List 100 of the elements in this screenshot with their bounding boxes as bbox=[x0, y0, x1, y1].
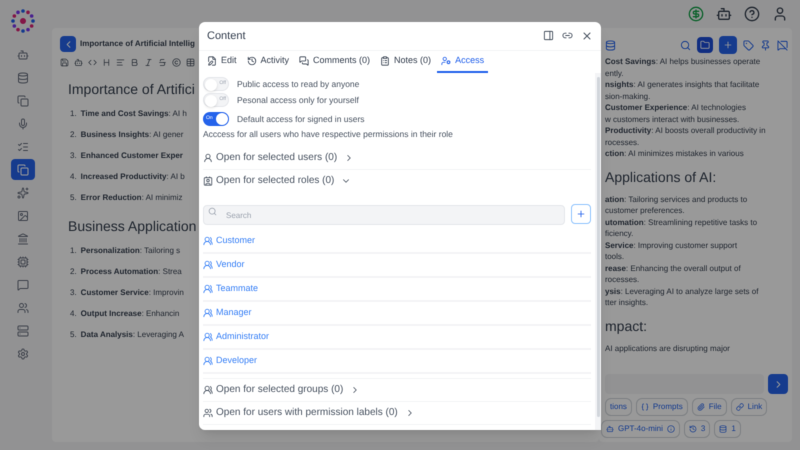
chat-text: rease: Enhancing the overall output of bbox=[605, 262, 741, 274]
sidebar-icon bbox=[16, 72, 28, 84]
add-button[interactable] bbox=[719, 36, 737, 54]
list-item: Error Reduction: AI minimiz bbox=[80, 192, 182, 204]
model-button[interactable]: GPT-4o-mini bbox=[601, 420, 680, 438]
chip-button[interactable]: Prompts bbox=[636, 398, 688, 416]
help-icon[interactable] bbox=[744, 6, 760, 22]
sidebar-icon bbox=[16, 210, 28, 222]
back-button[interactable] bbox=[60, 36, 76, 52]
chat-text: nsights: AI generates insights that facilitate bbox=[605, 79, 760, 90]
search-icon[interactable] bbox=[680, 40, 691, 50]
dialog-tab[interactable]: Activity bbox=[242, 51, 294, 73]
chat-text: tter insights. bbox=[605, 297, 648, 308]
link-icon[interactable] bbox=[562, 30, 573, 41]
chat-text: Service: Improving customer support bbox=[605, 240, 738, 251]
list-number: 5. bbox=[70, 329, 77, 341]
toolbar-icon[interactable] bbox=[74, 58, 83, 67]
pin-icon[interactable] bbox=[760, 40, 771, 50]
people-icon bbox=[203, 308, 213, 318]
toolbar-icon[interactable] bbox=[130, 58, 139, 67]
role-item[interactable]: Teammate bbox=[203, 278, 591, 302]
bot-icon bbox=[606, 425, 614, 433]
sidebar-item[interactable] bbox=[10, 159, 34, 180]
access-section[interactable]: Open for users with permission labels (0) bbox=[203, 402, 415, 424]
access-icon bbox=[441, 56, 452, 66]
logo-icon bbox=[10, 8, 36, 34]
list-item: Data Analysis: Leveraging A bbox=[80, 329, 184, 341]
list-number: 3. bbox=[70, 287, 77, 299]
comments-icon bbox=[299, 56, 310, 66]
role-item[interactable]: Developer bbox=[203, 350, 591, 374]
chip-button[interactable]: File bbox=[692, 398, 727, 416]
people-icon bbox=[203, 236, 213, 246]
close-icon[interactable] bbox=[581, 30, 593, 42]
send-button[interactable] bbox=[768, 374, 788, 394]
access-section[interactable]: Open for selected roles (0) bbox=[203, 170, 352, 192]
toolbar-icon[interactable] bbox=[88, 58, 97, 67]
chat-text: ysis: Leveraging AI to analyze large sets of bbox=[605, 286, 758, 297]
chat-text: tools. bbox=[605, 251, 624, 262]
toolbar-icon[interactable] bbox=[102, 58, 111, 67]
user-icon[interactable] bbox=[772, 6, 788, 22]
list-item: Customer Service: Improvin bbox=[80, 287, 184, 299]
sidebar-icon bbox=[16, 348, 28, 360]
add-role-button[interactable] bbox=[571, 204, 591, 224]
toolbar-icon[interactable] bbox=[186, 58, 195, 67]
toolbar-icon[interactable] bbox=[116, 58, 125, 67]
dialog-title: Content bbox=[207, 28, 247, 44]
list-item: Time and Cost Savings: AI h bbox=[80, 108, 187, 120]
role-item[interactable]: Customer bbox=[203, 230, 591, 254]
database-button[interactable]: 1 bbox=[714, 420, 741, 438]
dollar-icon[interactable] bbox=[688, 6, 704, 22]
database-icon[interactable] bbox=[605, 40, 616, 50]
access-section[interactable]: Open for selected groups (0) bbox=[203, 378, 360, 401]
toggle-label: Public access to read by anyone bbox=[237, 78, 360, 90]
chat-text: w customers interact with businesses. bbox=[605, 114, 740, 125]
chat-text: rocesses. bbox=[605, 274, 640, 286]
sidebar-icon bbox=[16, 118, 28, 130]
search-field[interactable]: Search bbox=[203, 205, 565, 226]
people-icon bbox=[203, 332, 213, 342]
sidebar-icon bbox=[16, 164, 28, 176]
sidebar-icon bbox=[16, 256, 28, 268]
bot-icon[interactable] bbox=[716, 6, 732, 22]
notes-icon bbox=[380, 56, 390, 66]
toolbar-icon[interactable] bbox=[144, 58, 153, 67]
tag-icon[interactable] bbox=[743, 40, 754, 50]
toggle-label: Pesonal access only for yourself bbox=[237, 94, 359, 106]
people-icon bbox=[203, 260, 213, 270]
list-number: 2. bbox=[70, 129, 77, 141]
role-item[interactable]: Administrator bbox=[203, 326, 591, 350]
side-panel-icon[interactable] bbox=[543, 30, 554, 41]
plus-icon bbox=[576, 208, 586, 219]
database-icon bbox=[719, 425, 728, 433]
chip-button[interactable]: Link bbox=[730, 398, 768, 416]
sidebar-icon bbox=[16, 94, 28, 106]
access-note: Acccess for all users who have respective permissions in their role bbox=[203, 128, 454, 141]
chat-heading: mpact: bbox=[605, 316, 648, 336]
search-icon bbox=[208, 207, 217, 216]
dialog-tab[interactable]: Access bbox=[437, 51, 488, 73]
toolbar-icon[interactable] bbox=[60, 58, 69, 67]
sidebar-icon bbox=[16, 48, 28, 60]
list-number: 5. bbox=[70, 192, 77, 204]
history-button[interactable]: 3 bbox=[684, 420, 710, 438]
toolbar-icon[interactable] bbox=[158, 58, 167, 67]
section-heading: Business Application bbox=[68, 217, 196, 236]
dialog-tab[interactable]: Edit bbox=[203, 51, 241, 73]
access-section[interactable]: Open for selected users (0) bbox=[203, 146, 354, 169]
role-item[interactable]: Vendor bbox=[203, 254, 591, 278]
chat-text: Cost Savings: AI helps businesses operate bbox=[605, 56, 760, 68]
dialog-tab[interactable]: Comments (0) bbox=[295, 51, 374, 73]
sidebar-icon bbox=[16, 302, 28, 314]
toolbar-icon[interactable] bbox=[172, 58, 181, 67]
link-icon bbox=[736, 403, 744, 411]
role-item[interactable]: Manager bbox=[203, 302, 591, 326]
list-item: Business Insights: AI gener bbox=[80, 129, 184, 141]
chat-off-icon[interactable] bbox=[777, 40, 788, 50]
chat-text: ficiency. bbox=[605, 228, 634, 240]
folder-button[interactable] bbox=[697, 37, 713, 53]
people-icon bbox=[203, 356, 213, 366]
list-item: Personalization: Tailoring s bbox=[80, 245, 180, 257]
chip-button[interactable]: tions bbox=[605, 398, 632, 416]
dialog-tab[interactable]: Notes (0) bbox=[376, 51, 436, 73]
